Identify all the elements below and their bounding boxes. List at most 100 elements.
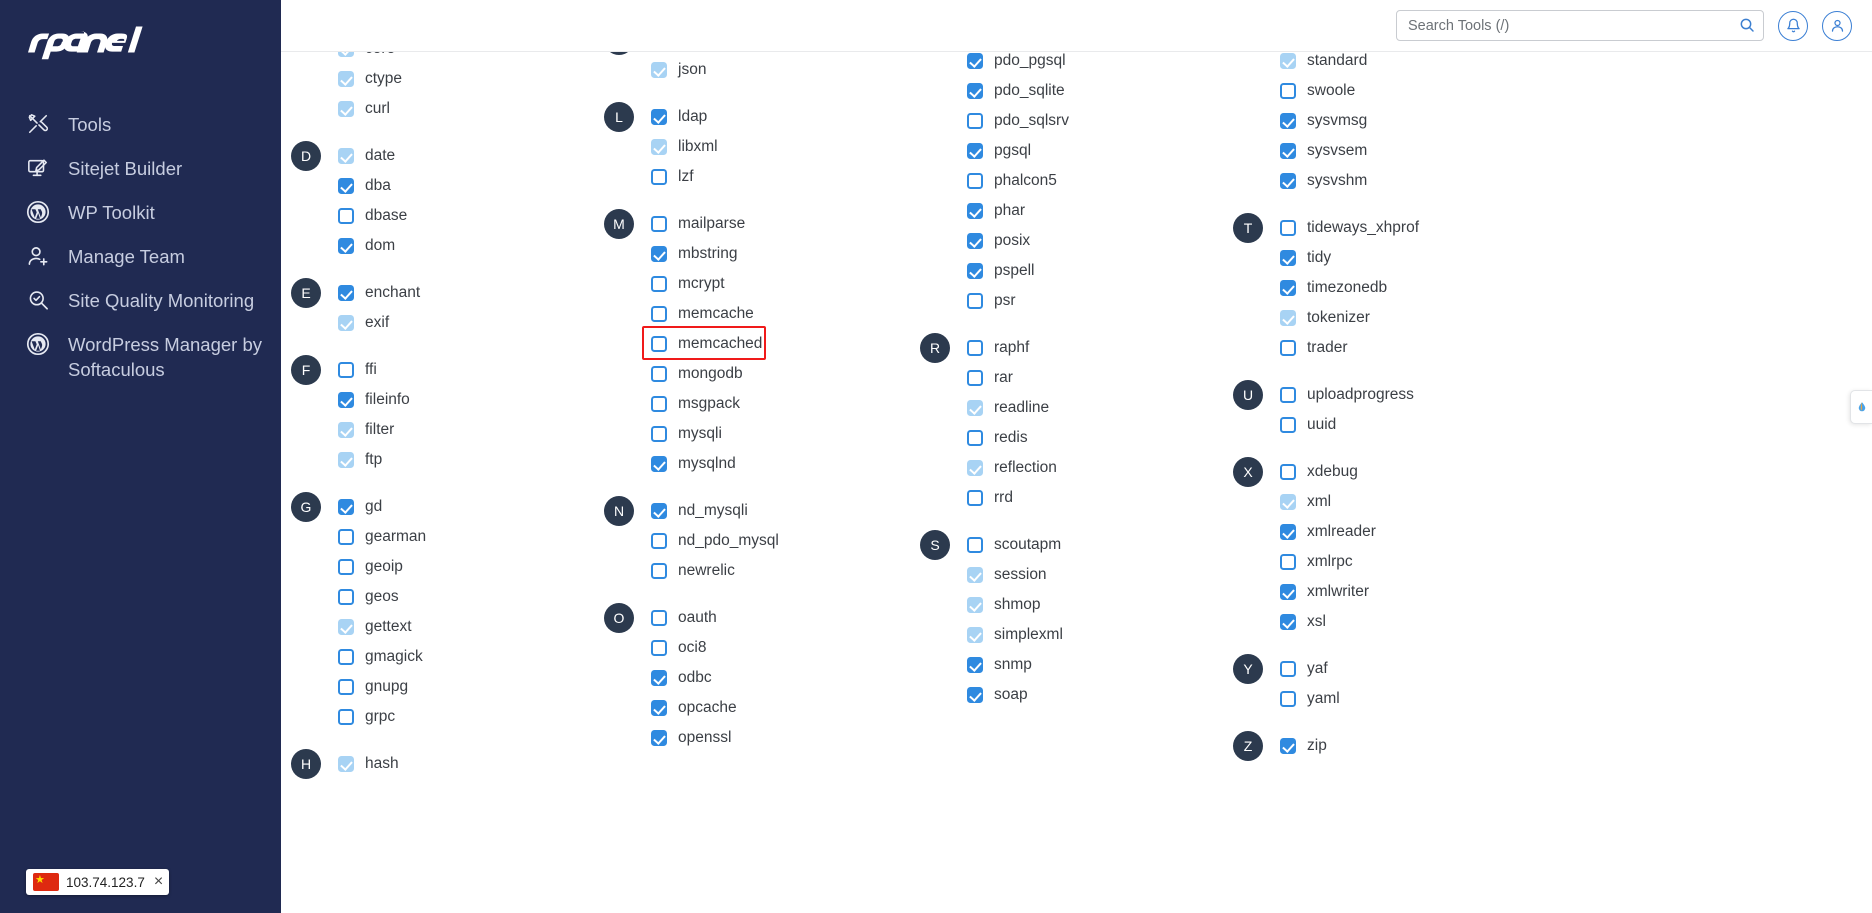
extension-checkbox-mysqli[interactable] (651, 426, 667, 442)
extension-checkbox-newrelic[interactable] (651, 563, 667, 579)
extension-row[interactable]: psr (967, 286, 1233, 316)
extension-checkbox-pdo_sqlsrv[interactable] (967, 113, 983, 129)
feedback-tab[interactable] (1850, 390, 1872, 424)
extension-row[interactable]: mysqli (651, 419, 920, 449)
close-icon[interactable]: × (154, 874, 163, 890)
extension-row[interactable]: xmlwriter (1280, 577, 1533, 607)
search-icon[interactable] (1739, 17, 1755, 33)
extension-checkbox-pdo_sqlite[interactable] (967, 83, 983, 99)
account-button[interactable] (1822, 10, 1852, 41)
extension-row[interactable]: memcached (642, 326, 920, 360)
extension-checkbox-openssl[interactable] (651, 730, 667, 746)
extension-row[interactable]: gnupg (338, 672, 604, 702)
extension-checkbox-odbc[interactable] (651, 670, 667, 686)
extension-checkbox-zip[interactable] (1280, 738, 1296, 754)
extension-row[interactable]: date (338, 141, 604, 171)
extension-checkbox-yaf[interactable] (1280, 661, 1296, 677)
extension-checkbox-swoole[interactable] (1280, 83, 1296, 99)
extension-checkbox-dom[interactable] (338, 238, 354, 254)
extension-row[interactable]: pgsql (967, 136, 1233, 166)
extension-checkbox-gmagick[interactable] (338, 649, 354, 665)
extension-checkbox-pdo_pgsql[interactable] (967, 53, 983, 69)
sidebar-item-wordpress-manager[interactable]: WordPress Manager by Softaculous (0, 322, 281, 391)
extension-row[interactable]: trader (1280, 333, 1533, 363)
extension-row[interactable]: reflection (967, 453, 1233, 483)
extension-checkbox-memcache[interactable] (651, 306, 667, 322)
extension-checkbox-gd[interactable] (338, 499, 354, 515)
extension-row[interactable]: oauth (651, 603, 920, 633)
extension-row[interactable]: mysqlnd (651, 449, 920, 479)
extension-row[interactable]: fileinfo (338, 385, 604, 415)
extension-checkbox-rrd[interactable] (967, 490, 983, 506)
extension-row[interactable]: geoip (338, 552, 604, 582)
extension-checkbox-dbase[interactable] (338, 208, 354, 224)
extension-checkbox-geoip[interactable] (338, 559, 354, 575)
extension-checkbox-xsl[interactable] (1280, 614, 1296, 630)
extension-row[interactable]: nd_pdo_mysql (651, 526, 920, 556)
extension-checkbox-oci8[interactable] (651, 640, 667, 656)
extension-row[interactable]: standard (1280, 52, 1533, 76)
extension-checkbox-oauth[interactable] (651, 610, 667, 626)
extension-row[interactable]: tideways_xhprof (1280, 213, 1533, 243)
server-ip-badge[interactable]: 103.74.123.7 × (26, 869, 170, 895)
extension-checkbox-tideways_xhprof[interactable] (1280, 220, 1296, 236)
extension-row[interactable]: json (651, 55, 920, 85)
sidebar-item-wp-toolkit[interactable]: WP Toolkit (0, 190, 281, 234)
extension-checkbox-raphf[interactable] (967, 340, 983, 356)
extension-row[interactable]: tokenizer (1280, 303, 1533, 333)
extension-row[interactable]: exif (338, 308, 604, 338)
notifications-button[interactable] (1778, 10, 1808, 41)
extension-row[interactable]: curl (338, 94, 604, 124)
extension-row[interactable]: dba (338, 171, 604, 201)
extension-row[interactable]: shmop (967, 590, 1233, 620)
extension-row[interactable]: sysvsem (1280, 136, 1533, 166)
extension-checkbox-gnupg[interactable] (338, 679, 354, 695)
extension-row[interactable]: openssl (651, 723, 920, 753)
extension-row[interactable]: pdo_pgsql (967, 52, 1233, 76)
extension-checkbox-pgsql[interactable] (967, 143, 983, 159)
extension-row[interactable]: grpc (338, 702, 604, 732)
extension-row[interactable]: gettext (338, 612, 604, 642)
extension-row[interactable]: scoutapm (967, 530, 1233, 560)
extension-checkbox-snmp[interactable] (967, 657, 983, 673)
extension-row[interactable]: xdebug (1280, 457, 1533, 487)
extension-checkbox-xmlreader[interactable] (1280, 524, 1296, 540)
extension-row[interactable]: core (338, 52, 604, 64)
extension-row[interactable]: lzf (651, 162, 920, 192)
sidebar-item-sitejet-builder[interactable]: Sitejet Builder (0, 146, 281, 190)
extension-row[interactable]: phar (967, 196, 1233, 226)
extension-checkbox-mongodb[interactable] (651, 366, 667, 382)
extension-checkbox-redis[interactable] (967, 430, 983, 446)
extension-row[interactable]: ffi (338, 355, 604, 385)
extension-row[interactable]: zip (1280, 731, 1533, 761)
extension-checkbox-tidy[interactable] (1280, 250, 1296, 266)
extension-checkbox-sysvmsg[interactable] (1280, 113, 1296, 129)
extension-row[interactable]: mailparse (651, 209, 920, 239)
extension-row[interactable]: yaml (1280, 684, 1533, 714)
extension-row[interactable]: filter (338, 415, 604, 445)
extension-checkbox-xmlwriter[interactable] (1280, 584, 1296, 600)
search-input[interactable] (1396, 10, 1764, 41)
extension-row[interactable]: msgpack (651, 389, 920, 419)
extension-checkbox-trader[interactable] (1280, 340, 1296, 356)
extension-row[interactable]: libxml (651, 132, 920, 162)
extension-row[interactable]: yaf (1280, 654, 1533, 684)
extension-row[interactable]: odbc (651, 663, 920, 693)
extension-checkbox-timezonedb[interactable] (1280, 280, 1296, 296)
extension-checkbox-mbstring[interactable] (651, 246, 667, 262)
extension-checkbox-geos[interactable] (338, 589, 354, 605)
extension-checkbox-psr[interactable] (967, 293, 983, 309)
extension-row[interactable]: redis (967, 423, 1233, 453)
extension-checkbox-dba[interactable] (338, 178, 354, 194)
extension-checkbox-memcached[interactable] (651, 336, 667, 352)
extension-row[interactable]: rrd (967, 483, 1233, 513)
extension-checkbox-msgpack[interactable] (651, 396, 667, 412)
extension-row[interactable]: oci8 (651, 633, 920, 663)
extension-row[interactable]: timezonedb (1280, 273, 1533, 303)
extension-checkbox-phalcon5[interactable] (967, 173, 983, 189)
extension-row[interactable]: mbstring (651, 239, 920, 269)
extension-checkbox-xdebug[interactable] (1280, 464, 1296, 480)
sidebar-item-tools[interactable]: Tools (0, 102, 281, 146)
extension-checkbox-yaml[interactable] (1280, 691, 1296, 707)
extension-row[interactable]: tidy (1280, 243, 1533, 273)
